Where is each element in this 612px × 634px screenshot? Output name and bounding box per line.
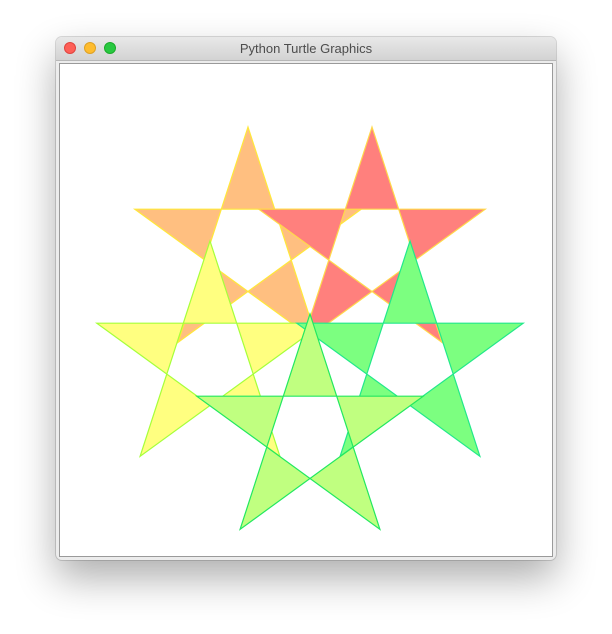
star-bottom [194, 312, 426, 531]
title-bar[interactable]: Python Turtle Graphics [56, 37, 556, 61]
turtle-canvas[interactable] [59, 63, 553, 557]
drawing-surface [94, 125, 526, 531]
window-title: Python Turtle Graphics [239, 41, 373, 56]
turtle-window: Python Turtle Graphics [56, 37, 556, 560]
